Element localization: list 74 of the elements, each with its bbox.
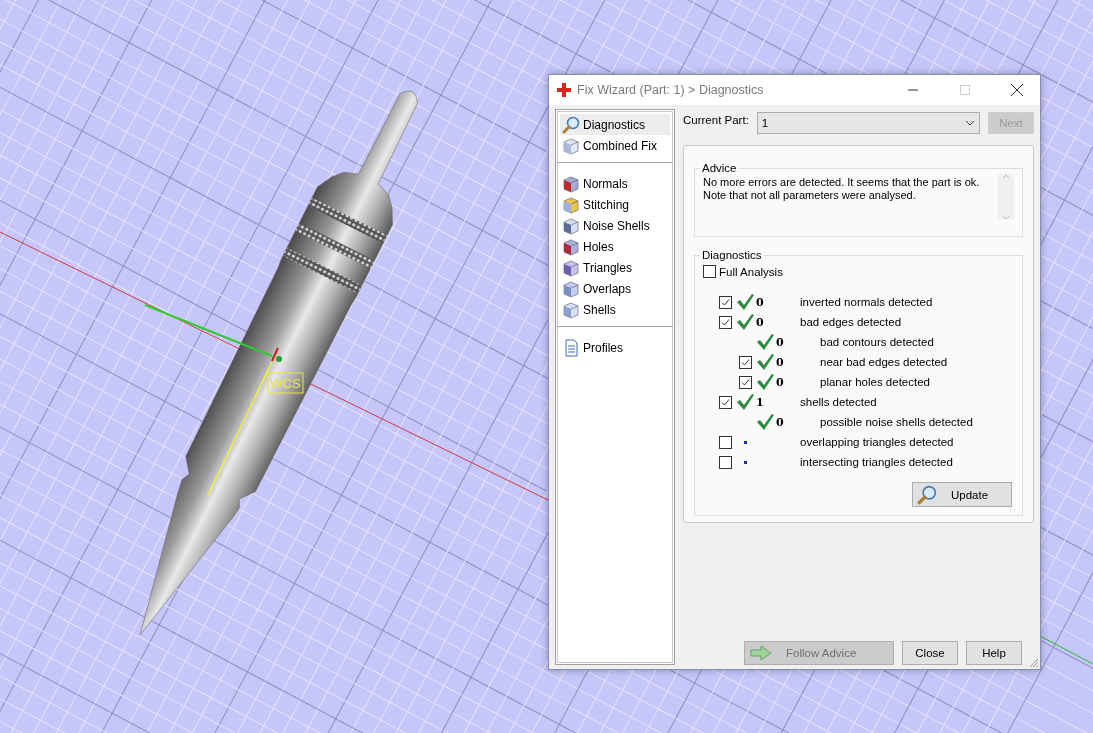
cross-icon <box>557 83 571 97</box>
diagnostic-label: bad contours detected <box>820 336 934 348</box>
sidebar-item[interactable]: Triangles <box>560 257 670 278</box>
close-icon <box>1011 84 1023 96</box>
checkbox[interactable] <box>738 375 752 389</box>
diagnostic-label: bad edges detected <box>800 316 902 328</box>
arrow-icon <box>750 646 772 660</box>
diagnostic-label: inverted normals detected <box>800 296 933 308</box>
sidebar-item[interactable]: Holes <box>560 236 670 257</box>
field-label: Current Part: <box>683 114 749 126</box>
group-title: Advice <box>701 162 738 174</box>
cube-icon <box>562 174 580 193</box>
check-icon <box>736 294 754 310</box>
checkbox[interactable] <box>718 395 732 409</box>
chevron-icon <box>965 120 975 126</box>
sidebar-item[interactable]: Overlaps <box>560 278 670 299</box>
checkbox[interactable] <box>718 435 732 449</box>
cube-icon <box>562 258 580 277</box>
update-button[interactable]: Update <box>912 482 1012 507</box>
dialog-button[interactable]: Close <box>902 641 958 665</box>
origin-marker <box>276 356 282 362</box>
count: 0 <box>776 355 784 369</box>
checkbox[interactable] <box>718 295 732 309</box>
chevron-down-icon <box>1002 215 1010 220</box>
checkbox[interactable] <box>718 455 732 469</box>
scrollbar[interactable] <box>998 174 1014 220</box>
dialog-button[interactable]: Help <box>966 641 1022 665</box>
document-icon <box>562 338 580 357</box>
count: 0 <box>776 375 784 389</box>
count: 0 <box>756 295 764 309</box>
diagnostic-label: planar holes detected <box>820 376 930 388</box>
chevron-up-icon <box>1002 174 1010 179</box>
magnifier-icon <box>917 484 937 505</box>
window-title: Fix Wizard (Part: 1) > Diagnostics <box>577 83 765 97</box>
checkbox[interactable] <box>738 355 752 369</box>
sidebar-item[interactable]: Shells <box>560 299 670 320</box>
wcs-label: WCS <box>267 372 304 394</box>
checkbox[interactable] <box>703 265 716 278</box>
diagnostic-label: overlapping triangles detected <box>800 436 954 448</box>
diagnostic-label: possible noise shells detected <box>820 416 973 428</box>
sidebar-item[interactable]: Normals <box>560 173 670 194</box>
axis-line <box>1039 635 1093 665</box>
count: 1 <box>756 395 764 409</box>
cube-icon <box>562 237 580 256</box>
check-icon <box>736 394 754 410</box>
cube-icon <box>562 216 580 235</box>
cube-icon <box>562 195 580 214</box>
check-icon <box>756 354 774 370</box>
diagnostic-label: intersecting triangles detected <box>800 456 953 468</box>
count: 0 <box>776 415 784 429</box>
check-icon <box>756 374 774 390</box>
magnifier-icon <box>562 115 580 134</box>
resize-grip[interactable] <box>1029 658 1039 668</box>
advice-text: No more errors are detected. It seems that the part is ok. Note that not all parameters were analysed. <box>703 176 980 203</box>
diagnostic-label: near bad edges detected <box>820 356 948 368</box>
diagnostic-label: shells detected <box>800 396 877 408</box>
check-icon <box>756 414 774 430</box>
sidebar-item[interactable]: Combined Fix <box>560 135 670 156</box>
cube-icon <box>562 136 580 155</box>
sidebar-item[interactable]: Noise Shells <box>560 215 670 236</box>
cube-icon <box>562 279 580 298</box>
group-title: Diagnostics <box>701 249 763 261</box>
sidebar-item[interactable]: Stitching <box>560 194 670 215</box>
check-icon <box>736 314 754 330</box>
checkbox-label: Full Analysis <box>719 265 783 278</box>
checkbox[interactable] <box>718 315 732 329</box>
part-dropdown[interactable]: 1 <box>756 112 980 134</box>
sidebar-item[interactable]: Profiles <box>560 337 670 358</box>
cube-icon <box>562 300 580 319</box>
count: 0 <box>756 315 764 329</box>
check-icon <box>756 334 774 350</box>
count: 0 <box>776 335 784 349</box>
maximize-icon <box>960 85 970 95</box>
sidebar-item[interactable]: Diagnostics <box>560 114 670 135</box>
